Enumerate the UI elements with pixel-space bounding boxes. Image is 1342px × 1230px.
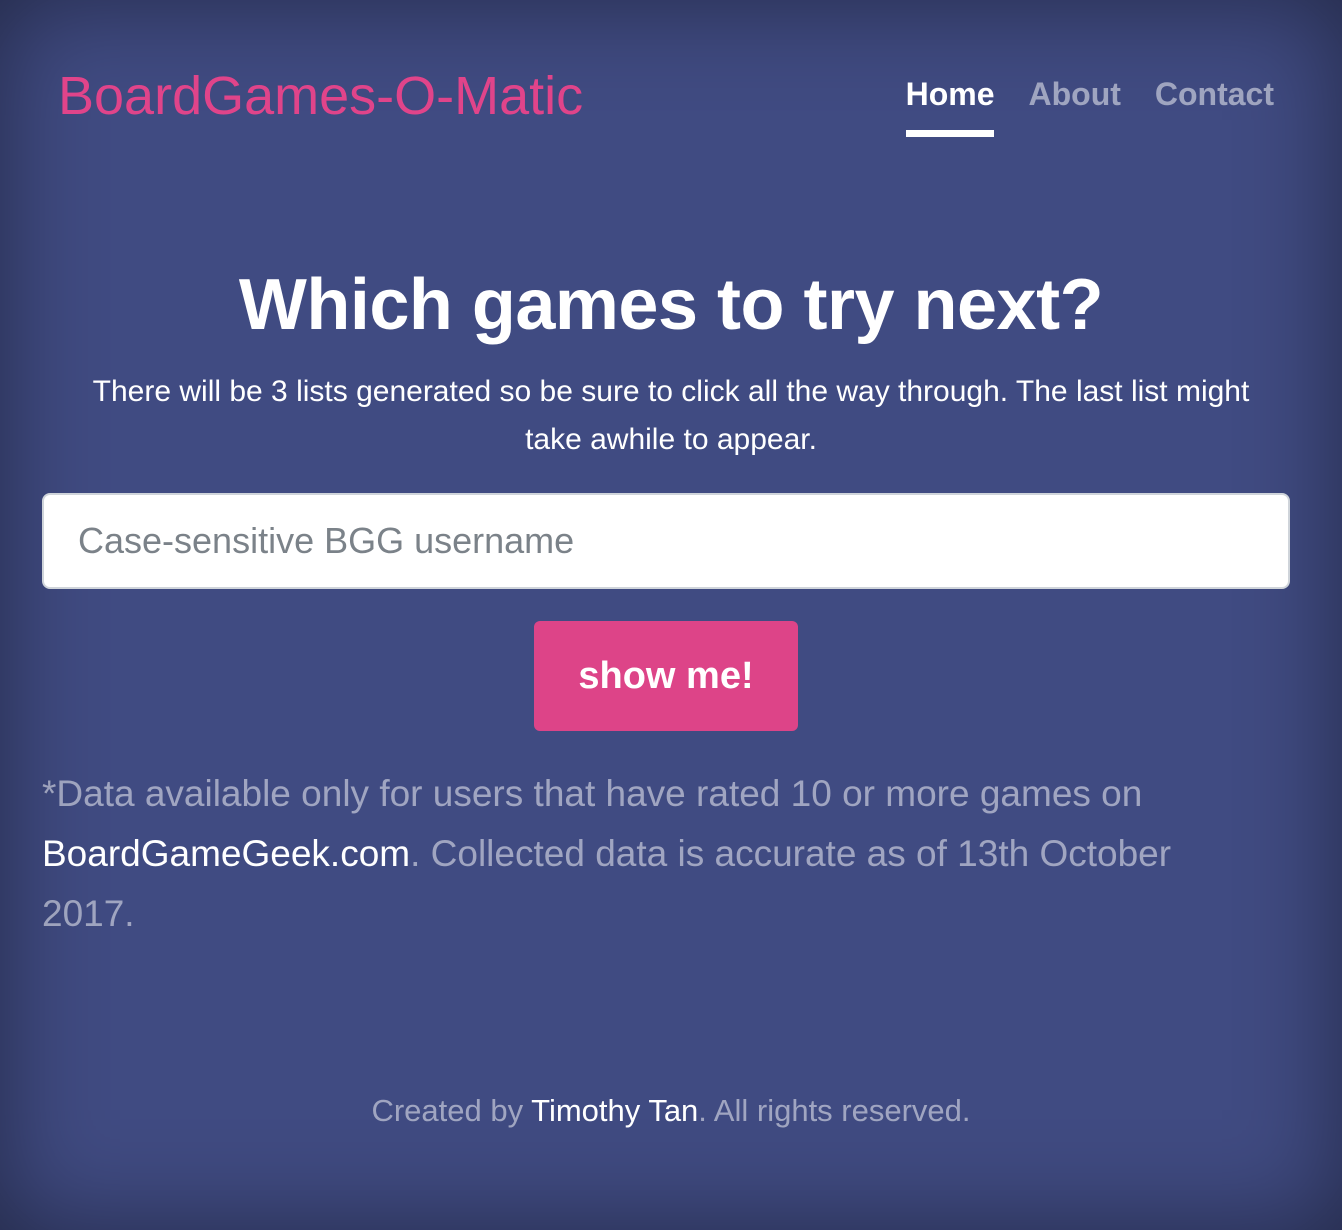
show-me-button[interactable]: show me!	[534, 621, 798, 731]
nav-link-contact[interactable]: Contact	[1155, 72, 1274, 137]
boardgamegeek-link[interactable]: BoardGameGeek.com	[42, 833, 410, 874]
page-heading: Which games to try next?	[238, 265, 1104, 345]
footer-prefix: Created by	[371, 1093, 532, 1128]
nav-link-about[interactable]: About	[1028, 72, 1120, 137]
main-nav: Home About Contact	[905, 72, 1274, 137]
footer: Created by Timothy Tan. All rights reser…	[0, 1090, 1342, 1132]
footer-suffix: . All rights reserved.	[698, 1093, 971, 1128]
brand-logo-link[interactable]: BoardGames-O-Matic	[58, 62, 583, 130]
note-prefix: *Data available only for users that have…	[42, 773, 1143, 814]
username-input[interactable]	[42, 493, 1290, 589]
nav-link-home[interactable]: Home	[905, 72, 995, 137]
data-availability-note: *Data available only for users that have…	[42, 764, 1222, 944]
author-link[interactable]: Timothy Tan	[531, 1093, 698, 1128]
lead-text: There will be 3 lists generated so be su…	[92, 375, 1250, 456]
page-background: BoardGames-O-Matic Home About Contact Wh…	[0, 0, 1342, 1230]
